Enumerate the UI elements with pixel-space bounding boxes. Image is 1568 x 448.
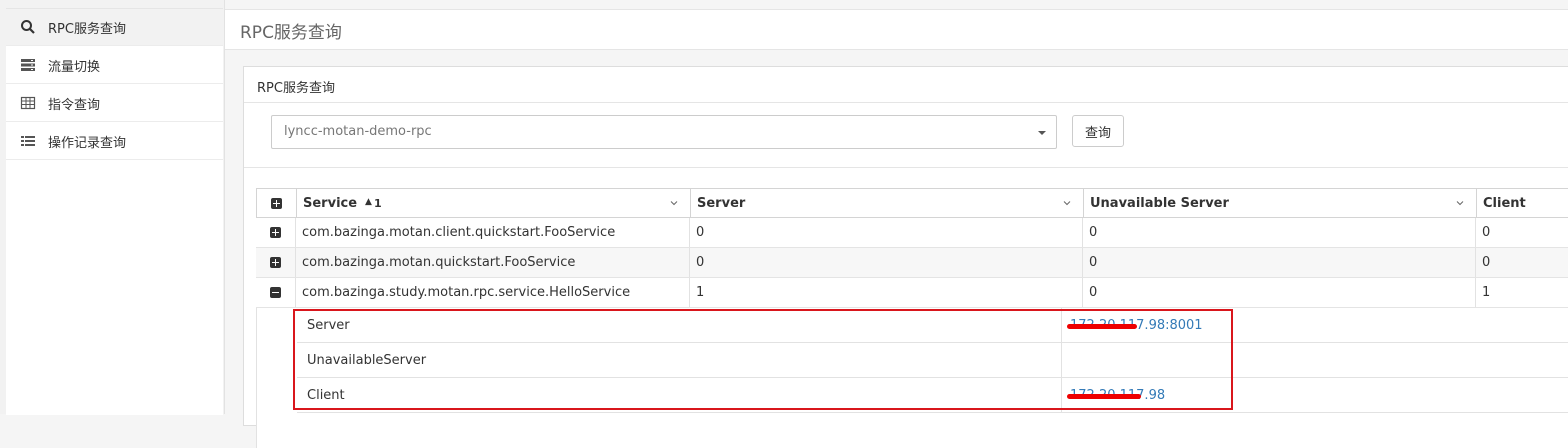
client-count-cell: 0 xyxy=(1482,225,1491,240)
application-select[interactable]: lyncc-motan-demo-rpc xyxy=(271,115,1057,149)
sidebar-item-label: 流量切换 xyxy=(48,59,101,75)
grid-header-row: Service ▲ 1 Server Unavailable Server Cli… xyxy=(256,188,1568,218)
sidebar-item-rpc-service-query[interactable]: RPC服务查询 xyxy=(6,9,223,46)
column-header-server[interactable]: Server xyxy=(691,189,1084,217)
divider xyxy=(244,167,1568,168)
client-count-cell: 1 xyxy=(1482,285,1491,300)
expand-all-icon[interactable] xyxy=(271,197,282,209)
unavailable-count-cell: 0 xyxy=(1083,278,1476,307)
client-count-cell: 0 xyxy=(1482,255,1491,270)
sort-order-number: 1 xyxy=(373,196,382,210)
expand-cell[interactable] xyxy=(256,218,296,247)
service-cell: com.bazinga.study.motan.rpc.service.Hell… xyxy=(296,278,690,307)
caret-down-icon xyxy=(1038,131,1046,135)
sidebar-item-operation-log-query[interactable]: 操作记录查询 xyxy=(6,123,223,160)
server-icon xyxy=(20,57,36,73)
unavailable-count-cell: 0 xyxy=(1083,248,1476,277)
column-header-unavailable-server[interactable]: Unavailable Server xyxy=(1084,189,1477,217)
server-count-cell: 0 xyxy=(690,248,1083,277)
service-cell: com.bazinga.motan.quickstart.FooService xyxy=(296,248,690,277)
query-button[interactable]: 查询 xyxy=(1072,115,1124,147)
page-title: RPC服务查询 xyxy=(240,23,342,43)
search-icon xyxy=(20,19,36,35)
application-select-value: lyncc-motan-demo-rpc xyxy=(284,124,432,139)
panel-header: RPC服务查询 xyxy=(244,67,1568,103)
expand-row-icon[interactable] xyxy=(270,227,281,238)
table-icon xyxy=(20,95,36,111)
expand-row-icon[interactable] xyxy=(270,257,281,268)
panel-title: RPC服务查询 xyxy=(257,81,335,96)
server-count-cell: 1 xyxy=(690,278,1083,307)
table-row: com.bazinga.motan.quickstart.FooService … xyxy=(256,248,1568,278)
column-header-client[interactable]: Client xyxy=(1477,189,1568,217)
sort-ascending-icon: ▲ 1 xyxy=(365,196,382,210)
sidebar-menu: RPC服务查询 流量切换 指令查询 操作记录查询 xyxy=(6,8,223,415)
sidebar-item-label: 指令查询 xyxy=(48,97,101,113)
expand-cell[interactable] xyxy=(256,248,296,277)
column-header-label: Server xyxy=(697,195,746,211)
column-header-label: Unavailable Server xyxy=(1090,195,1229,211)
sidebar-item-label: 操作记录查询 xyxy=(48,135,127,151)
column-header-label: Client xyxy=(1483,195,1526,211)
column-menu-chevron-icon[interactable] xyxy=(670,199,678,207)
server-count-cell: 0 xyxy=(690,218,1083,247)
sidebar: RPC服务查询 流量切换 指令查询 操作记录查询 xyxy=(0,0,225,415)
expand-all-cell[interactable] xyxy=(257,189,297,217)
page-header: RPC服务查询 xyxy=(225,9,1568,50)
service-cell: com.bazinga.motan.client.quickstart.FooS… xyxy=(296,218,690,247)
highlight-box xyxy=(293,309,1233,410)
sidebar-item-command-query[interactable]: 指令查询 xyxy=(6,85,223,122)
sidebar-item-traffic-switch[interactable]: 流量切换 xyxy=(6,47,223,84)
expand-cell[interactable] xyxy=(256,278,296,307)
column-menu-chevron-icon[interactable] xyxy=(1063,199,1071,207)
column-header-label: Service xyxy=(303,195,358,211)
sidebar-item-label: RPC服务查询 xyxy=(48,21,126,37)
collapse-row-icon[interactable] xyxy=(270,287,281,298)
column-menu-chevron-icon[interactable] xyxy=(1456,199,1464,207)
unavailable-count-cell: 0 xyxy=(1083,218,1476,247)
table-row: com.bazinga.motan.client.quickstart.FooS… xyxy=(256,218,1568,248)
list-icon xyxy=(20,133,36,149)
column-header-service[interactable]: Service ▲ 1 xyxy=(297,189,691,217)
table-row: com.bazinga.study.motan.rpc.service.Hell… xyxy=(256,278,1568,308)
